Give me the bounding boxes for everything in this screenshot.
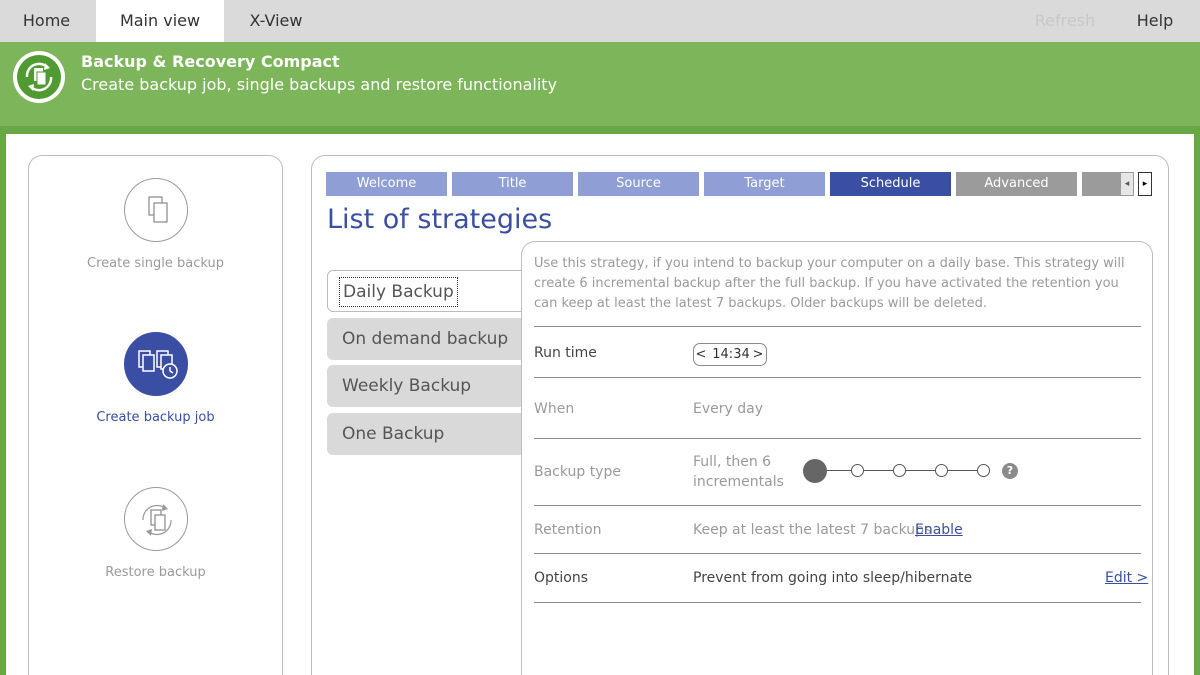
divider bbox=[534, 505, 1141, 506]
tab-main-view[interactable]: Main view bbox=[96, 0, 224, 42]
run-time-picker[interactable]: < 14:34 > bbox=[693, 343, 767, 366]
strategy-daily-backup-label: Daily Backup bbox=[339, 277, 458, 307]
single-backup-icon bbox=[123, 178, 188, 242]
strategy-detail-card: Use this strategy, if you intend to back… bbox=[521, 241, 1153, 675]
create-backup-job-action[interactable]: Create backup job bbox=[29, 332, 282, 425]
wizard-tab-title[interactable]: Title bbox=[452, 172, 573, 196]
tabs-scroll-right-button[interactable]: ▸ bbox=[1138, 172, 1152, 196]
create-backup-job-label: Create backup job bbox=[96, 410, 215, 425]
incremental-step bbox=[893, 464, 906, 477]
top-menu-bar: Home Main view X-View Refresh Help bbox=[0, 0, 1200, 42]
options-edit-link[interactable]: Edit > bbox=[1105, 570, 1148, 586]
tab-x-view[interactable]: X-View bbox=[224, 0, 328, 42]
incremental-step bbox=[935, 464, 948, 477]
run-time-label: Run time bbox=[534, 345, 597, 361]
backup-type-value-line2: incrementals bbox=[693, 474, 784, 490]
app-header: Backup & Recovery Compact Create backup … bbox=[0, 42, 1200, 126]
divider bbox=[534, 326, 1141, 327]
backup-type-label: Backup type bbox=[534, 464, 622, 480]
strategy-daily-backup[interactable]: Daily Backup bbox=[327, 270, 527, 312]
strategy-description: Use this strategy, if you intend to back… bbox=[534, 256, 1125, 311]
wizard-tab-welcome[interactable]: Welcome bbox=[326, 172, 447, 196]
restore-backup-action[interactable]: Restore backup bbox=[29, 487, 282, 580]
strategy-on-demand-backup[interactable]: On demand backup bbox=[327, 318, 527, 360]
backup-type-value-line1: Full, then 6 bbox=[693, 454, 772, 470]
run-time-prev-button[interactable]: < bbox=[695, 344, 707, 365]
when-value: Every day bbox=[693, 401, 763, 417]
actions-panel: Create single backup Create backup job R… bbox=[28, 155, 283, 675]
tabs-scroll-left-button[interactable]: ◂ bbox=[1120, 172, 1134, 196]
tab-home[interactable]: Home bbox=[0, 0, 93, 42]
full-backup-step bbox=[803, 459, 827, 483]
retention-label: Retention bbox=[534, 522, 602, 538]
strategy-one-backup[interactable]: One Backup bbox=[327, 413, 527, 455]
divider bbox=[534, 438, 1141, 439]
retention-enable-link[interactable]: Enable bbox=[915, 522, 963, 538]
wizard-panel: Welcome Title Source Target Schedule Adv… bbox=[311, 155, 1169, 675]
backup-recovery-logo-icon bbox=[13, 51, 65, 103]
retention-value: Keep at least the latest 7 backups bbox=[693, 522, 932, 538]
create-single-backup-action[interactable]: Create single backup bbox=[29, 178, 282, 271]
wizard-tab-schedule[interactable]: Schedule bbox=[830, 172, 951, 196]
divider bbox=[534, 377, 1141, 378]
restore-icon bbox=[123, 487, 188, 551]
app-title: Backup & Recovery Compact bbox=[81, 52, 340, 71]
run-time-value[interactable]: 14:34 bbox=[711, 344, 751, 365]
run-time-next-button[interactable]: > bbox=[752, 344, 764, 365]
main-content: Create single backup Create backup job R… bbox=[6, 134, 1194, 675]
strategy-weekly-backup[interactable]: Weekly Backup bbox=[327, 365, 527, 407]
options-value: Prevent from going into sleep/hibernate bbox=[693, 570, 973, 586]
wizard-tab-advanced-settings[interactable]: Advanced Settings bbox=[956, 172, 1077, 215]
strategies-title: List of strategies bbox=[327, 204, 553, 235]
app-subtitle: Create backup job, single backups and re… bbox=[81, 75, 558, 94]
backup-job-icon bbox=[123, 332, 188, 396]
incremental-step bbox=[851, 464, 864, 477]
incremental-step bbox=[977, 464, 990, 477]
wizard-tab-overflow bbox=[1082, 172, 1120, 196]
divider bbox=[534, 602, 1141, 603]
wizard-tab-source[interactable]: Source bbox=[578, 172, 699, 196]
help-icon[interactable]: ? bbox=[1002, 463, 1018, 479]
create-single-backup-label: Create single backup bbox=[87, 256, 224, 271]
options-label: Options bbox=[534, 570, 589, 586]
divider bbox=[534, 553, 1141, 554]
refresh-button[interactable]: Refresh bbox=[1030, 0, 1100, 42]
restore-backup-label: Restore backup bbox=[105, 565, 206, 580]
when-label: When bbox=[534, 401, 575, 417]
wizard-tab-target[interactable]: Target bbox=[704, 172, 825, 196]
help-button[interactable]: Help bbox=[1125, 0, 1185, 42]
